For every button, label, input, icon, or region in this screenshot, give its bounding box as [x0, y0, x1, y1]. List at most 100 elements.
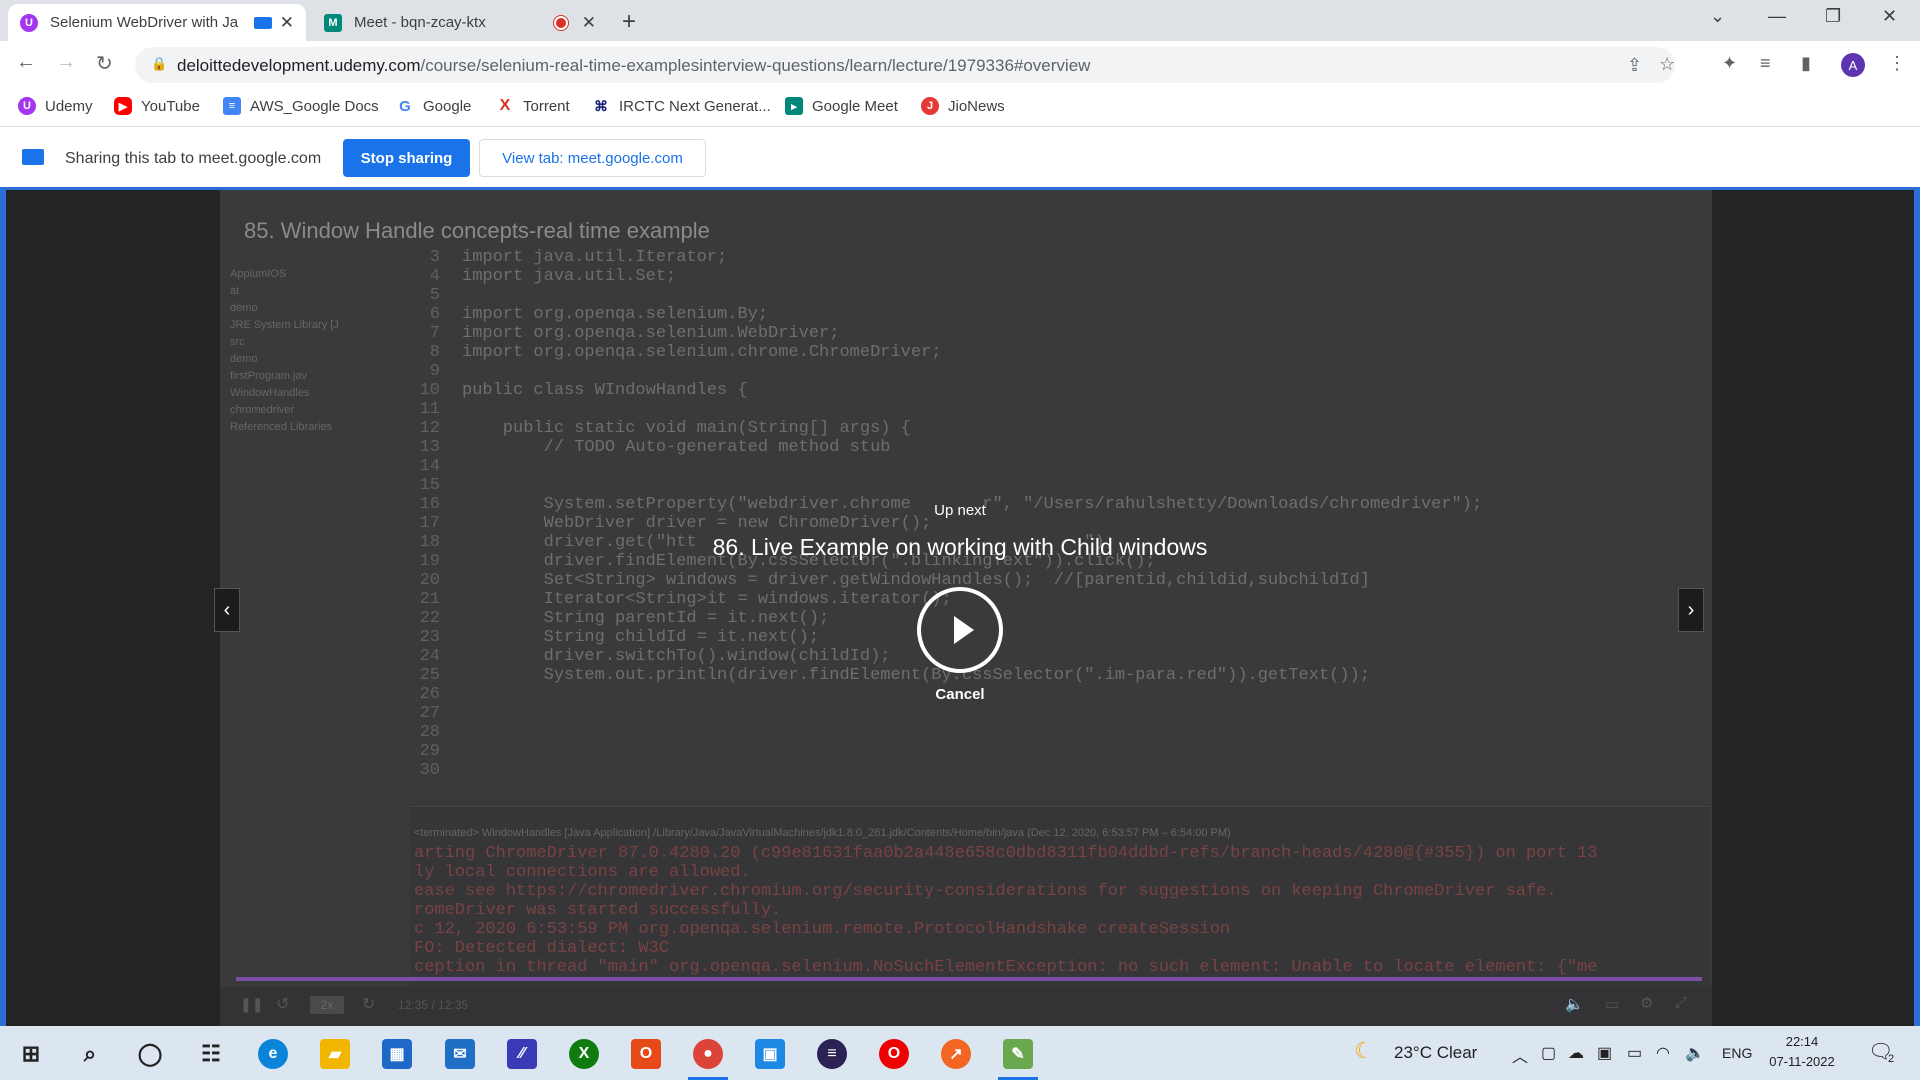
- bookmark-jionews[interactable]: J JioNews: [921, 97, 1005, 115]
- project-explorer: AppiumIOS at demo JRE System Library [J src d…: [230, 266, 339, 436]
- line-number: 6: [429, 305, 440, 324]
- line-number: 10: [419, 381, 440, 400]
- stop-sharing-button[interactable]: Stop sharing: [343, 139, 470, 177]
- restore-button[interactable]: ❐: [1825, 6, 1841, 27]
- volume-icon[interactable]: 🔈: [1685, 1043, 1705, 1063]
- tree-item: JRE System Library [J: [230, 319, 339, 331]
- bookmark-star-icon[interactable]: ☆: [1659, 54, 1675, 75]
- cancel-autoplay-button[interactable]: Cancel: [0, 686, 1920, 703]
- rewind-icon[interactable]: ↺: [276, 994, 289, 1014]
- forward-button[interactable]: →: [56, 51, 76, 74]
- windows-start-icon[interactable]: ⊞: [16, 1039, 46, 1069]
- close-tab-icon[interactable]: ✕: [280, 13, 294, 33]
- bookmark-aws-docs[interactable]: ≡ AWS_Google Docs: [223, 97, 379, 115]
- postman-icon[interactable]: ↗: [941, 1039, 971, 1069]
- new-tab-button[interactable]: +: [622, 8, 636, 36]
- show-hidden-icons-icon[interactable]: ︿: [1512, 1043, 1528, 1067]
- playback-speed-button[interactable]: 2x: [310, 996, 344, 1014]
- tab-selenium[interactable]: U Selenium WebDriver with Ja ✕: [8, 4, 306, 41]
- media-control-icon[interactable]: ≡: [1760, 53, 1771, 74]
- code-line: // TODO Auto-generated method stub: [462, 438, 891, 457]
- tree-item: Referenced Libraries: [230, 421, 333, 433]
- visual-studio-icon[interactable]: ∕∕: [507, 1039, 537, 1069]
- mail-icon[interactable]: ✉: [445, 1039, 475, 1069]
- tab-search-icon[interactable]: ⌄: [1710, 6, 1725, 27]
- cortana-icon[interactable]: ◯: [135, 1039, 165, 1069]
- file-explorer-icon[interactable]: ▰: [320, 1039, 350, 1069]
- console-panel: <terminated> WindowHandles [Java Applica…: [410, 806, 1710, 1006]
- previous-lecture-button[interactable]: ‹: [214, 588, 240, 632]
- extensions-icon[interactable]: ✦: [1722, 53, 1737, 74]
- captions-icon[interactable]: ▭: [1605, 995, 1619, 1013]
- next-lecture-button[interactable]: ›: [1678, 588, 1704, 632]
- play-icon[interactable]: ❚❚: [240, 996, 263, 1013]
- minimize-button[interactable]: —: [1768, 6, 1786, 27]
- meet-icon: M: [324, 13, 342, 32]
- play-next-button[interactable]: [917, 587, 1003, 673]
- edge-icon[interactable]: e: [258, 1039, 288, 1069]
- code-line: import org.openqa.selenium.By;: [462, 305, 769, 324]
- store-icon[interactable]: ▦: [382, 1039, 412, 1069]
- up-next-title[interactable]: 86. Live Example on working with Child w…: [0, 534, 1920, 561]
- reload-button[interactable]: ↻: [96, 51, 113, 76]
- bookmarks-bar: U Udemy ▶ YouTube ≡ AWS_Google Docs G Google…: [0, 89, 1920, 127]
- fullscreen-icon[interactable]: ⤢: [1675, 994, 1687, 1011]
- back-button[interactable]: ←: [16, 51, 36, 74]
- lock-icon[interactable]: 🔒: [151, 56, 167, 72]
- bookmark-udemy[interactable]: U Udemy: [18, 97, 93, 115]
- line-number: 3: [429, 248, 440, 267]
- forward-icon[interactable]: ↻: [362, 994, 375, 1014]
- tab-title: Selenium WebDriver with Ja: [50, 14, 239, 31]
- line-number: 4: [429, 267, 440, 286]
- bookmark-google[interactable]: G Google: [396, 97, 471, 115]
- task-view-icon[interactable]: ☷: [196, 1039, 226, 1069]
- tree-item: AppiumIOS: [230, 268, 287, 280]
- wifi-icon[interactable]: ◠: [1656, 1043, 1670, 1063]
- menu-icon[interactable]: ⋮: [1888, 53, 1906, 74]
- side-panel-icon[interactable]: ▮: [1801, 53, 1811, 74]
- bookmark-youtube[interactable]: ▶ YouTube: [114, 97, 200, 115]
- battery-icon[interactable]: ▭: [1627, 1043, 1642, 1063]
- code-line: import java.util.Iterator;: [462, 248, 728, 267]
- code-line: public class WIndowHandles {: [462, 381, 748, 400]
- close-tab-icon[interactable]: ✕: [582, 13, 596, 33]
- share-icon[interactable]: ⇪: [1627, 55, 1642, 76]
- view-tab-button[interactable]: View tab: meet.google.com: [479, 139, 706, 177]
- console-line: arting ChromeDriver 87.0.4280.20 (c99e81…: [414, 844, 1598, 863]
- language-indicator[interactable]: ENG: [1722, 1045, 1752, 1061]
- chevron-right-icon: ›: [1687, 598, 1695, 621]
- onedrive-icon[interactable]: ☁: [1568, 1043, 1584, 1063]
- search-icon[interactable]: ⌕: [75, 1039, 105, 1069]
- weather-icon[interactable]: ☾: [1354, 1038, 1374, 1064]
- volume-icon[interactable]: 🔈: [1565, 995, 1584, 1013]
- opera-icon[interactable]: O: [879, 1039, 909, 1069]
- bookmark-torrent[interactable]: X Torrent: [496, 97, 570, 115]
- desktop-app-icon[interactable]: ▣: [755, 1039, 785, 1069]
- taskbar-clock[interactable]: 22:14 07-11-2022: [1768, 1032, 1836, 1072]
- weather-text[interactable]: 23°C Clear: [1394, 1043, 1477, 1063]
- bookmark-irctc[interactable]: ⌘ IRCTC Next Generat...: [592, 97, 771, 115]
- tab-meet[interactable]: M Meet - bqn-zcay-ktx ✕: [312, 4, 608, 41]
- browser-toolbar: ← → ↻ 🔒 deloittedevelopment.udemy.com/co…: [0, 41, 1920, 89]
- display-icon[interactable]: ▣: [1597, 1043, 1612, 1063]
- xbox-icon[interactable]: X: [569, 1039, 599, 1069]
- clock-time: 22:14: [1785, 1034, 1819, 1049]
- meet-tray-icon[interactable]: ▢: [1541, 1043, 1556, 1063]
- line-number: 28: [419, 723, 440, 742]
- settings-icon[interactable]: ⚙: [1640, 994, 1653, 1012]
- chrome-icon[interactable]: ●: [693, 1039, 723, 1069]
- tree-item: demo: [230, 302, 258, 314]
- office-icon[interactable]: O: [631, 1039, 661, 1069]
- video-progress-bar[interactable]: [236, 977, 1702, 981]
- line-number: 15: [419, 476, 440, 495]
- line-number: 22: [419, 609, 440, 628]
- line-number: 11: [419, 400, 440, 419]
- paint-icon[interactable]: ✎: [1003, 1039, 1033, 1069]
- address-bar[interactable]: 🔒 deloittedevelopment.udemy.com/course/s…: [135, 47, 1675, 83]
- close-window-button[interactable]: ✕: [1882, 6, 1897, 27]
- google-icon: G: [399, 97, 411, 115]
- eclipse-icon[interactable]: ≡: [817, 1039, 847, 1069]
- bookmark-google-meet[interactable]: ▸ Google Meet: [785, 97, 898, 115]
- profile-avatar[interactable]: A: [1841, 53, 1865, 77]
